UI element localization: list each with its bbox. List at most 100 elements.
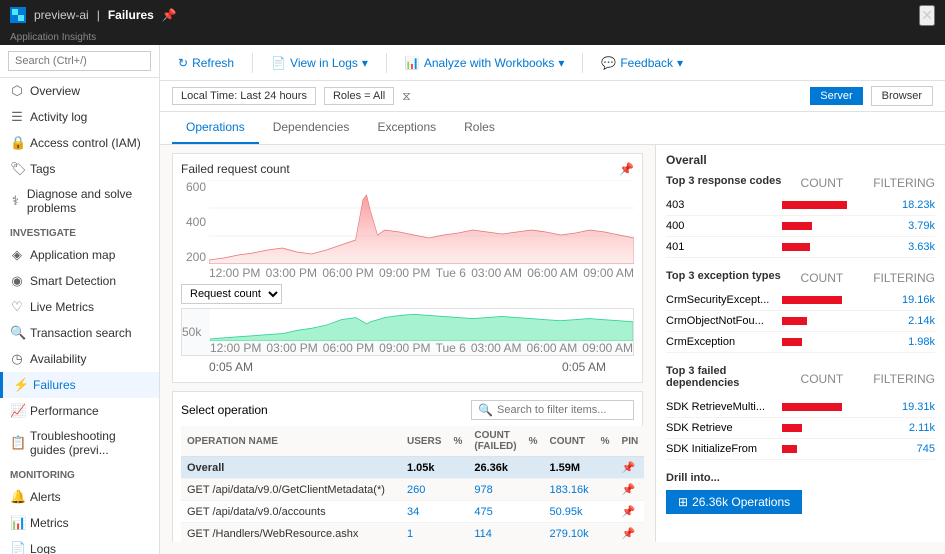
panel-row[interactable]: CrmObjectNotFou... 2.14k (666, 311, 935, 332)
table-row[interactable]: GET /api/data/v9.0/GetClientMetadata(*) … (181, 479, 644, 501)
roles-filter[interactable]: Roles = All (324, 87, 394, 105)
sidebar-item-overview[interactable]: ⬡ Overview (0, 78, 159, 104)
feedback-button[interactable]: 💬 Feedback ▾ (595, 53, 689, 73)
sidebar-item-availability[interactable]: ◷ Availability (0, 346, 159, 372)
col-users: USERS (401, 426, 447, 457)
count-cell: 1.59M (543, 457, 594, 479)
pin-icon[interactable]: 📌 (162, 8, 177, 22)
panel-row-label: SDK Retrieve (666, 422, 776, 434)
search-input[interactable] (8, 51, 151, 71)
bar-red (782, 317, 807, 325)
refresh-button[interactable]: ↻ Refresh (172, 53, 240, 73)
filter-icon[interactable]: ⧖ (402, 89, 410, 104)
panel-row[interactable]: 401 3.63k (666, 237, 935, 258)
sidebar-item-live-metrics[interactable]: ♡ Live Metrics (0, 294, 159, 320)
x-label-1200: 12:00 PM (209, 266, 260, 280)
sidebar-item-metrics[interactable]: 📊 Metrics (0, 510, 159, 536)
close-button[interactable]: ✕ (919, 5, 935, 26)
analyze-button[interactable]: 📊 Analyze with Workbooks ▾ (399, 53, 570, 73)
sidebar: ⬡ Overview ☰ Activity log 🔒 Access contr… (0, 45, 160, 554)
metrics-icon: 📊 (10, 515, 24, 531)
sidebar-item-iam[interactable]: 🔒 Access control (IAM) (0, 130, 159, 156)
bar-container (782, 335, 889, 349)
operations-section: Select operation 🔍 OPERATION NAME USERS … (172, 391, 643, 542)
bar-red (782, 403, 842, 411)
x-label-0600: 06:00 AM (527, 266, 578, 280)
failed-pct-cell (523, 523, 544, 543)
table-row[interactable]: GET /api/data/v9.0/accounts 34 475 50.95… (181, 501, 644, 523)
op-name-cell: Overall (181, 457, 401, 479)
tabs-container: Operations Dependencies Exceptions Roles (160, 112, 945, 145)
pin-cell[interactable]: 📌 (616, 479, 645, 501)
chart-section: Failed request count 📌 600 400 200 (172, 153, 643, 383)
pin-cell[interactable]: 📌 (616, 523, 645, 543)
filter-input[interactable] (497, 404, 627, 416)
col-count-pct: % (595, 426, 616, 457)
view-in-logs-button[interactable]: 📄 View in Logs ▾ (265, 53, 374, 73)
search-icon: 🔍 (478, 403, 493, 417)
chart-pin-icon[interactable]: 📌 (619, 162, 634, 176)
tab-roles[interactable]: Roles (450, 112, 509, 144)
smart-detection-icon: ◉ (10, 273, 24, 289)
panel-count: 19.16k (895, 294, 935, 306)
col-count: COUNT (543, 426, 594, 457)
panel-row[interactable]: SDK Retrieve 2.11k (666, 418, 935, 439)
panel-row[interactable]: CrmSecurityExcept... 19.16k (666, 290, 935, 311)
app-name: preview-ai (34, 8, 89, 22)
monitoring-section-label: Monitoring (0, 462, 159, 484)
bar-red (782, 338, 802, 346)
sidebar-item-transaction-search[interactable]: 🔍 Transaction search (0, 320, 159, 346)
sidebar-item-logs[interactable]: 📄 Logs (0, 536, 159, 554)
users-pct-cell (447, 457, 468, 479)
tab-operations[interactable]: Operations (172, 112, 259, 144)
chevron-down-icon: ▾ (362, 56, 368, 70)
bar-container (782, 400, 889, 414)
failed-pct-cell (523, 501, 544, 523)
count-failed-cell: 978 (468, 479, 522, 501)
alerts-icon: 🔔 (10, 489, 24, 505)
drill-button[interactable]: ⊞ 26.36k Operations (666, 490, 802, 514)
table-row[interactable]: GET /Handlers/WebResource.ashx 1 114 279… (181, 523, 644, 543)
sidebar-item-tags[interactable]: 🏷 Tags (0, 156, 159, 182)
tab-dependencies[interactable]: Dependencies (259, 112, 364, 144)
browser-button[interactable]: Browser (871, 86, 933, 106)
panel-row[interactable]: 403 18.23k (666, 195, 935, 216)
time-label-left: 0:05 AM (209, 360, 253, 374)
y-label-200: 200 (181, 250, 206, 264)
tab-exceptions[interactable]: Exceptions (363, 112, 450, 144)
table-row[interactable]: Overall 1.05k 26.36k 1.59M 📌 (181, 457, 644, 479)
x2-label-tue: Tue 6 (436, 341, 466, 355)
count-pct-cell (595, 501, 616, 523)
availability-icon: ◷ (10, 351, 24, 367)
panel-row-label: 400 (666, 220, 776, 232)
col-users-pct: % (447, 426, 468, 457)
sidebar-item-performance[interactable]: 📈 Performance (0, 398, 159, 424)
panel-row[interactable]: CrmException 1.98k (666, 332, 935, 353)
chart-dropdown[interactable]: Request count (181, 284, 282, 304)
tags-icon: 🏷 (10, 161, 24, 177)
count-cell: 279.10k (543, 523, 594, 543)
sidebar-item-failures[interactable]: ⚡ Failures (0, 372, 159, 398)
panel-row[interactable]: SDK InitializeFrom 745 (666, 439, 935, 460)
sidebar-item-smart-detection[interactable]: ◉ Smart Detection (0, 268, 159, 294)
analyze-icon: 📊 (405, 56, 420, 70)
time-filter[interactable]: Local Time: Last 24 hours (172, 87, 316, 105)
panel-row[interactable]: SDK RetrieveMulti... 19.31k (666, 397, 935, 418)
panel-count: 19.31k (895, 401, 935, 413)
pin-cell[interactable]: 📌 (616, 501, 645, 523)
sidebar-item-app-map[interactable]: ◈ Application map (0, 242, 159, 268)
users-pct-cell (447, 523, 468, 543)
sidebar-item-diagnose[interactable]: ⚕ Diagnose and solve problems (0, 182, 159, 220)
panel-row[interactable]: 400 3.79k (666, 216, 935, 237)
server-button[interactable]: Server (810, 87, 862, 105)
failures-icon: ⚡ (13, 377, 27, 393)
sidebar-item-activity-log[interactable]: ☰ Activity log (0, 104, 159, 130)
y-label-600: 600 (181, 180, 206, 194)
panel-row-label: CrmObjectNotFou... (666, 315, 776, 327)
pin-cell[interactable]: 📌 (616, 457, 645, 479)
sidebar-item-troubleshooting[interactable]: 📋 Troubleshooting guides (previ... (0, 424, 159, 462)
bar-red (782, 445, 797, 453)
iam-icon: 🔒 (10, 135, 24, 151)
panel-count: 745 (895, 443, 935, 455)
sidebar-item-alerts[interactable]: 🔔 Alerts (0, 484, 159, 510)
